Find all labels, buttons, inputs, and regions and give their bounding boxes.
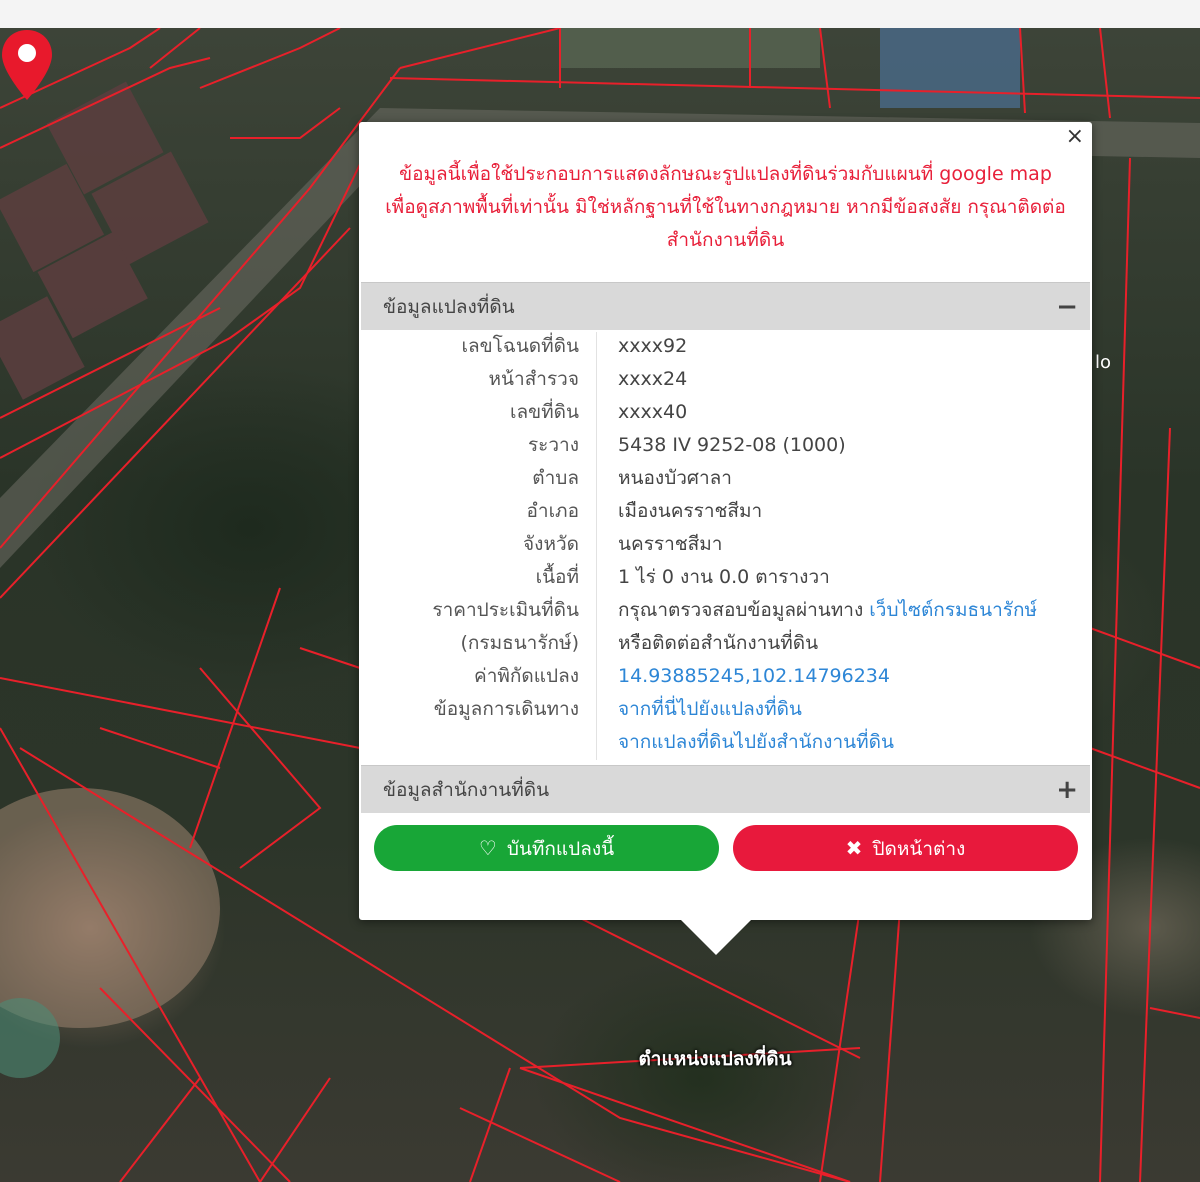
- district-value: เมืองนครราชสีมา: [618, 500, 763, 522]
- price-label-dept: (กรมธนารักษ์): [460, 632, 579, 654]
- heart-icon: ♡: [478, 836, 497, 860]
- close-icon[interactable]: ×: [1066, 124, 1084, 150]
- travel-label: ข้อมูลการเดินทาง: [433, 698, 579, 720]
- save-parcel-button[interactable]: ♡ บันทึกแปลงนี้: [374, 825, 719, 871]
- parcel-info-popup: × ข้อมูลนี้เพื่อใช้ประกอบการแสดงลักษณะรู…: [359, 122, 1092, 920]
- svg-text:lo: lo: [1095, 352, 1111, 373]
- land-no-value: xxxx40: [618, 401, 688, 423]
- info-row-district: อำเภอ เมืองนครราชสีมา: [361, 495, 1090, 528]
- deed-value: xxxx92: [618, 335, 688, 357]
- disclaimer-line: เพื่อดูสภาพพื้นที่เท่านั้น มิใช่หลักฐานท…: [385, 196, 1066, 218]
- price-label: ราคาประเมินที่ดิน: [432, 599, 579, 621]
- info-row-survey: หน้าสำรวจ xxxx24: [361, 363, 1090, 396]
- subdistrict-value: หนองบัวศาลา: [618, 467, 732, 489]
- treasury-website-link[interactable]: เว็บไซต์กรมธนารักษ์: [869, 599, 1037, 621]
- popup-pointer: [680, 919, 752, 955]
- info-row-travel-2: จากแปลงที่ดินไปยังสำนักงานที่ดิน: [361, 726, 1090, 759]
- area-value: 1 ไร่ 0 งาน 0.0 ตารางวา: [618, 566, 830, 588]
- coords-link[interactable]: 14.93885245,102.14796234: [618, 660, 890, 693]
- close-window-label: ปิดหน้าต่าง: [872, 838, 966, 860]
- disclaimer-line: สำนักงานที่ดิน: [666, 229, 785, 251]
- coords-label: ค่าพิกัดแปลง: [474, 665, 579, 687]
- sheet-label: ระวาง: [527, 434, 579, 456]
- info-row-price-2: (กรมธนารักษ์) หรือติดต่อสำนักงานที่ดิน: [361, 627, 1090, 660]
- close-icon: ✖: [845, 836, 863, 860]
- map-marker-icon[interactable]: [0, 28, 54, 102]
- marker-label: ตำแหน่งแปลงที่ดิน: [638, 1048, 792, 1070]
- info-row-coords: ค่าพิกัดแปลง 14.93885245,102.14796234: [361, 660, 1090, 693]
- info-row-travel: ข้อมูลการเดินทาง จากที่นี่ไปยังแปลงที่ดิ…: [361, 693, 1090, 726]
- close-window-button[interactable]: ✖ ปิดหน้าต่าง: [733, 825, 1078, 871]
- info-row-subdistrict: ตำบล หนองบัวศาลา: [361, 462, 1090, 495]
- survey-label: หน้าสำรวจ: [488, 368, 579, 390]
- price-text: กรุณาตรวจสอบข้อมูลผ่านทาง: [618, 599, 864, 621]
- land-no-label: เลขที่ดิน: [510, 401, 579, 423]
- district-label: อำเภอ: [526, 500, 579, 522]
- parcel-info-table: เลขโฉนดที่ดิน xxxx92 หน้าสำรวจ xxxx24 เล…: [361, 330, 1090, 759]
- directions-to-office-link[interactable]: จากแปลงที่ดินไปยังสำนักงานที่ดิน: [618, 726, 894, 759]
- directions-to-parcel-link[interactable]: จากที่นี่ไปยังแปลงที่ดิน: [618, 693, 802, 726]
- info-row-land-no: เลขที่ดิน xxxx40: [361, 396, 1090, 429]
- info-row-area: เนื้อที่ 1 ไร่ 0 งาน 0.0 ตารางวา: [361, 561, 1090, 594]
- price-value: กรุณาตรวจสอบข้อมูลผ่านทาง เว็บไซต์กรมธนา…: [618, 594, 1037, 627]
- info-row-deed: เลขโฉนดที่ดิน xxxx92: [361, 330, 1090, 363]
- collapse-icon[interactable]: −: [1056, 283, 1078, 331]
- office-section-title: ข้อมูลสำนักงานที่ดิน: [383, 779, 550, 801]
- info-row-sheet: ระวาง 5438 IV 9252-08 (1000): [361, 429, 1090, 462]
- expand-icon[interactable]: +: [1056, 766, 1078, 814]
- info-row-price: ราคาประเมินที่ดิน กรุณาตรวจสอบข้อมูลผ่าน…: [361, 594, 1090, 627]
- area-label: เนื้อที่: [535, 566, 579, 588]
- survey-value: xxxx24: [618, 368, 688, 390]
- top-bar: [0, 0, 1200, 28]
- sheet-value: 5438 IV 9252-08 (1000): [618, 434, 846, 456]
- province-value: นครราชสีมา: [618, 533, 723, 555]
- parcel-section-header[interactable]: ข้อมูลแปลงที่ดิน −: [361, 282, 1090, 330]
- price-contact-text: หรือติดต่อสำนักงานที่ดิน: [618, 632, 819, 654]
- parcel-section-title: ข้อมูลแปลงที่ดิน: [383, 296, 515, 318]
- save-parcel-label: บันทึกแปลงนี้: [506, 838, 615, 860]
- disclaimer-line: ข้อมูลนี้เพื่อใช้ประกอบการแสดงลักษณะรูปแ…: [399, 163, 1052, 185]
- disclaimer-text: ข้อมูลนี้เพื่อใช้ประกอบการแสดงลักษณะรูปแ…: [359, 158, 1092, 257]
- province-label: จังหวัด: [523, 533, 579, 555]
- info-row-province: จังหวัด นครราชสีมา: [361, 528, 1090, 561]
- subdistrict-label: ตำบล: [532, 467, 579, 489]
- deed-label: เลขโฉนดที่ดิน: [461, 335, 579, 357]
- office-section-header[interactable]: ข้อมูลสำนักงานที่ดิน +: [361, 765, 1090, 813]
